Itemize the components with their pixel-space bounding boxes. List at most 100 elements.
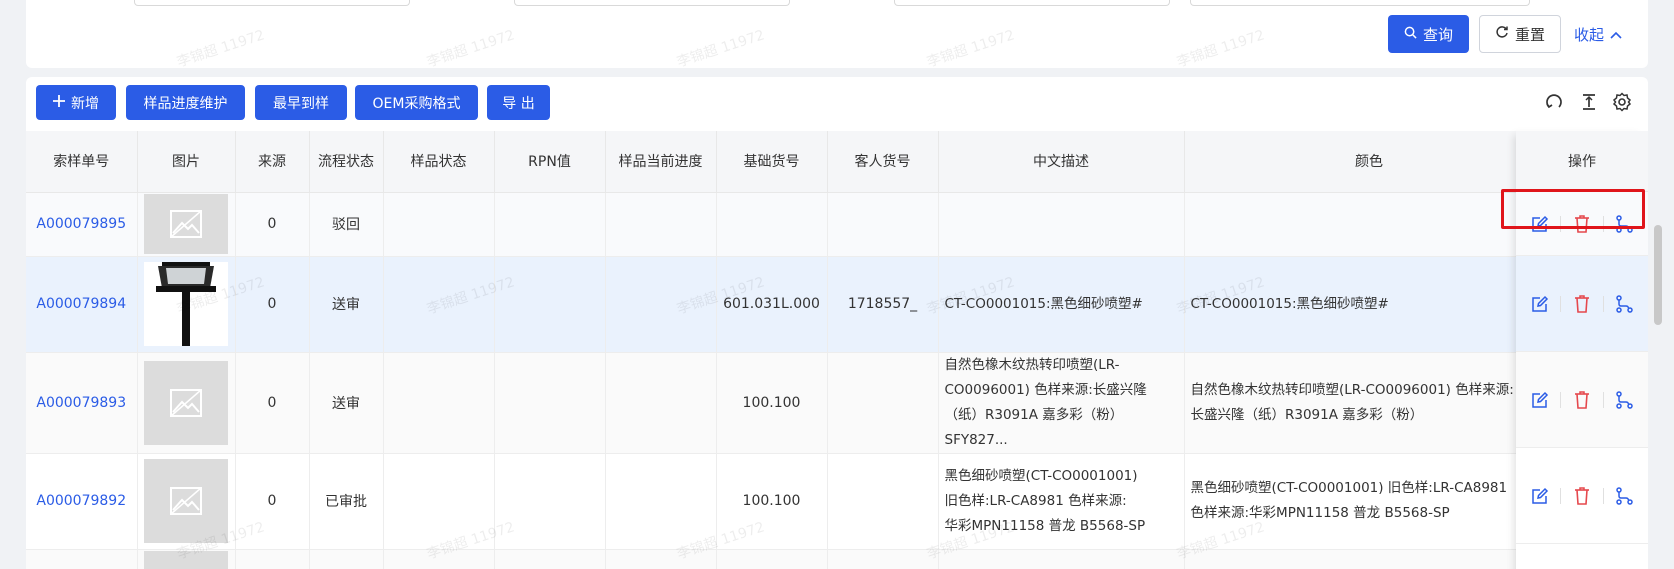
vertical-scrollbar[interactable] <box>1654 225 1662 325</box>
color-cell: CT-CO0001015:黑色细砂喷塑# <box>1184 256 1555 353</box>
desc-cell: 自然色橡木纹热转印喷塑(LR- CO0096001) 色样来源:长盛兴隆 （纸）… <box>938 352 1185 454</box>
source-cell: 0 <box>235 453 310 550</box>
desc-line: 黑色细砂喷塑(CT-CO0001001) <box>944 467 1138 484</box>
header-cell[interactable]: 客人货号 <box>827 131 939 193</box>
header-cell[interactable]: RPN值 <box>494 131 606 193</box>
base-no-cell: 601.031L.000 <box>716 256 828 353</box>
plus-icon <box>53 94 65 111</box>
color-cell: 黑色细砂喷塑(CT-CO0001001) 旧色样:LR-CA8981 色样来源:… <box>1184 453 1555 550</box>
image-placeholder-icon[interactable] <box>144 551 228 569</box>
header-cell[interactable]: 来源 <box>235 131 310 193</box>
chevron-up-icon <box>1610 25 1622 43</box>
earliest-sample-button[interactable]: 最早到样 <box>255 85 347 120</box>
desc-cell <box>938 192 1185 257</box>
settings-icon[interactable] <box>1611 91 1633 113</box>
image-cell <box>137 549 236 569</box>
rpn-cell <box>494 256 606 353</box>
export-label: 导 出 <box>502 95 535 112</box>
oem-label: OEM采购格式 <box>372 95 461 112</box>
desc-line: 旧色样:LR-CA8981 色样来源: <box>944 492 1127 509</box>
header-cell[interactable]: 样品状态 <box>383 131 495 193</box>
desc-line: 华彩MPN11158 普龙 B5568-SP <box>944 517 1146 534</box>
sample-code-link[interactable]: A000079895 <box>26 192 138 257</box>
row-actions <box>1516 352 1648 448</box>
image-placeholder-icon[interactable] <box>144 459 228 543</box>
base-no-cell: 100.100 <box>716 453 828 550</box>
header-cell[interactable]: 索样单号 <box>26 131 138 193</box>
search-icon <box>1404 25 1417 43</box>
sample-table: 索样单号 图片 来源 流程状态 样品状态 RPN值 样品当前进度 基础货号 客人… <box>26 131 1555 569</box>
add-button[interactable]: 新增 <box>36 85 116 120</box>
edit-icon[interactable] <box>1529 293 1551 315</box>
flow-icon[interactable] <box>1613 293 1635 315</box>
header-cell[interactable]: 样品当前进度 <box>605 131 717 193</box>
sample-status-cell <box>383 352 495 454</box>
delete-icon[interactable] <box>1571 485 1593 507</box>
progress-cell <box>605 352 717 454</box>
refresh-icon[interactable] <box>1543 91 1565 113</box>
table-card: 新增 样品进度维护 最早到样 OEM采购格式 导 出 索样单号 图片 来源 流程… <box>26 77 1648 569</box>
reset-button[interactable]: 重置 <box>1479 15 1561 53</box>
desc-line: （纸）R3091A 嘉多彩（粉）SFY827... <box>944 406 1124 448</box>
sample-code-link[interactable]: A000079894 <box>26 256 138 353</box>
image-cell <box>137 453 236 550</box>
filter-select-3[interactable] <box>894 0 1170 6</box>
delete-icon[interactable] <box>1571 389 1593 411</box>
progress-maintain-button[interactable]: 样品进度维护 <box>126 85 245 120</box>
edit-icon[interactable] <box>1529 485 1551 507</box>
collapse-button[interactable]: 收起 <box>1566 15 1630 53</box>
progress-cell <box>605 192 717 257</box>
rpn-cell <box>494 192 606 257</box>
collapse-label: 收起 <box>1573 25 1604 44</box>
sample-status-cell <box>383 192 495 257</box>
rpn-cell <box>494 352 606 454</box>
image-placeholder-icon[interactable] <box>144 360 228 445</box>
sample-status-cell <box>383 256 495 353</box>
flow-status-cell: 送审 <box>309 352 384 454</box>
reset-icon <box>1495 25 1509 43</box>
header-cell[interactable]: 流程状态 <box>309 131 384 193</box>
header-cell[interactable]: 基础货号 <box>716 131 828 193</box>
table-row[interactable]: A000079895 0 驳回 <box>26 192 1555 257</box>
filter-select-4[interactable] <box>1190 0 1530 6</box>
header-cell[interactable]: 图片 <box>137 131 236 193</box>
product-image[interactable] <box>144 262 228 346</box>
color-cell: 自然色橡木纹热转印喷塑(LR-CO0096001) 色样来源: 长盛兴隆（纸）R… <box>1184 352 1555 454</box>
oem-purchase-format-button[interactable]: OEM采购格式 <box>355 85 478 120</box>
query-button[interactable]: 查询 <box>1388 15 1469 53</box>
filter-select-1[interactable] <box>134 0 410 6</box>
delete-icon[interactable] <box>1571 293 1593 315</box>
filter-select-2[interactable] <box>514 0 790 6</box>
image-cell <box>137 192 236 257</box>
customer-no-cell <box>827 192 939 257</box>
table-row[interactable] <box>26 549 1555 569</box>
table-row[interactable]: A000079894 0 送审 601.031L.000 1718557_ CT… <box>26 256 1555 353</box>
table-row[interactable]: A000079892 0 已审批 100.100 黑色细砂喷塑(CT-CO000… <box>26 453 1555 550</box>
desc-line: 自然色橡木纹热转印喷塑(LR- <box>944 356 1120 373</box>
base-no-cell <box>716 192 828 257</box>
header-cell[interactable]: 颜色 <box>1184 131 1555 193</box>
flow-icon[interactable] <box>1613 485 1635 507</box>
row-actions <box>1516 448 1648 544</box>
color-line: 自然色橡木纹热转印喷塑(LR-CO0096001) 色样来源: <box>1190 381 1514 398</box>
density-icon[interactable] <box>1578 91 1600 113</box>
color-cell <box>1184 192 1555 257</box>
sample-code-link[interactable]: A000079893 <box>26 352 138 454</box>
image-placeholder-icon[interactable] <box>144 194 228 254</box>
header-cell[interactable]: 中文描述 <box>938 131 1185 193</box>
sample-code-link[interactable]: A000079892 <box>26 453 138 550</box>
rpn-cell <box>494 453 606 550</box>
progress-label: 样品进度维护 <box>143 95 228 112</box>
desc-cell: 黑色细砂喷塑(CT-CO0001001) 旧色样:LR-CA8981 色样来源:… <box>938 453 1185 550</box>
customer-no-cell: 1718557_ <box>827 256 939 353</box>
table-row[interactable]: A000079893 0 送审 100.100 自然色橡木纹热转印喷塑(LR- … <box>26 352 1555 454</box>
image-cell <box>137 256 236 353</box>
flow-icon[interactable] <box>1613 389 1635 411</box>
color-line: 黑色细砂喷塑(CT-CO0001001) 旧色样:LR-CA8981 <box>1190 480 1508 496</box>
base-no-cell: 100.100 <box>716 352 828 454</box>
edit-icon[interactable] <box>1529 389 1551 411</box>
progress-cell <box>605 453 717 550</box>
export-button[interactable]: 导 出 <box>487 85 550 120</box>
color-line: 色样来源:华彩MPN11158 普龙 B5568-SP <box>1190 505 1450 521</box>
image-cell <box>137 352 236 454</box>
